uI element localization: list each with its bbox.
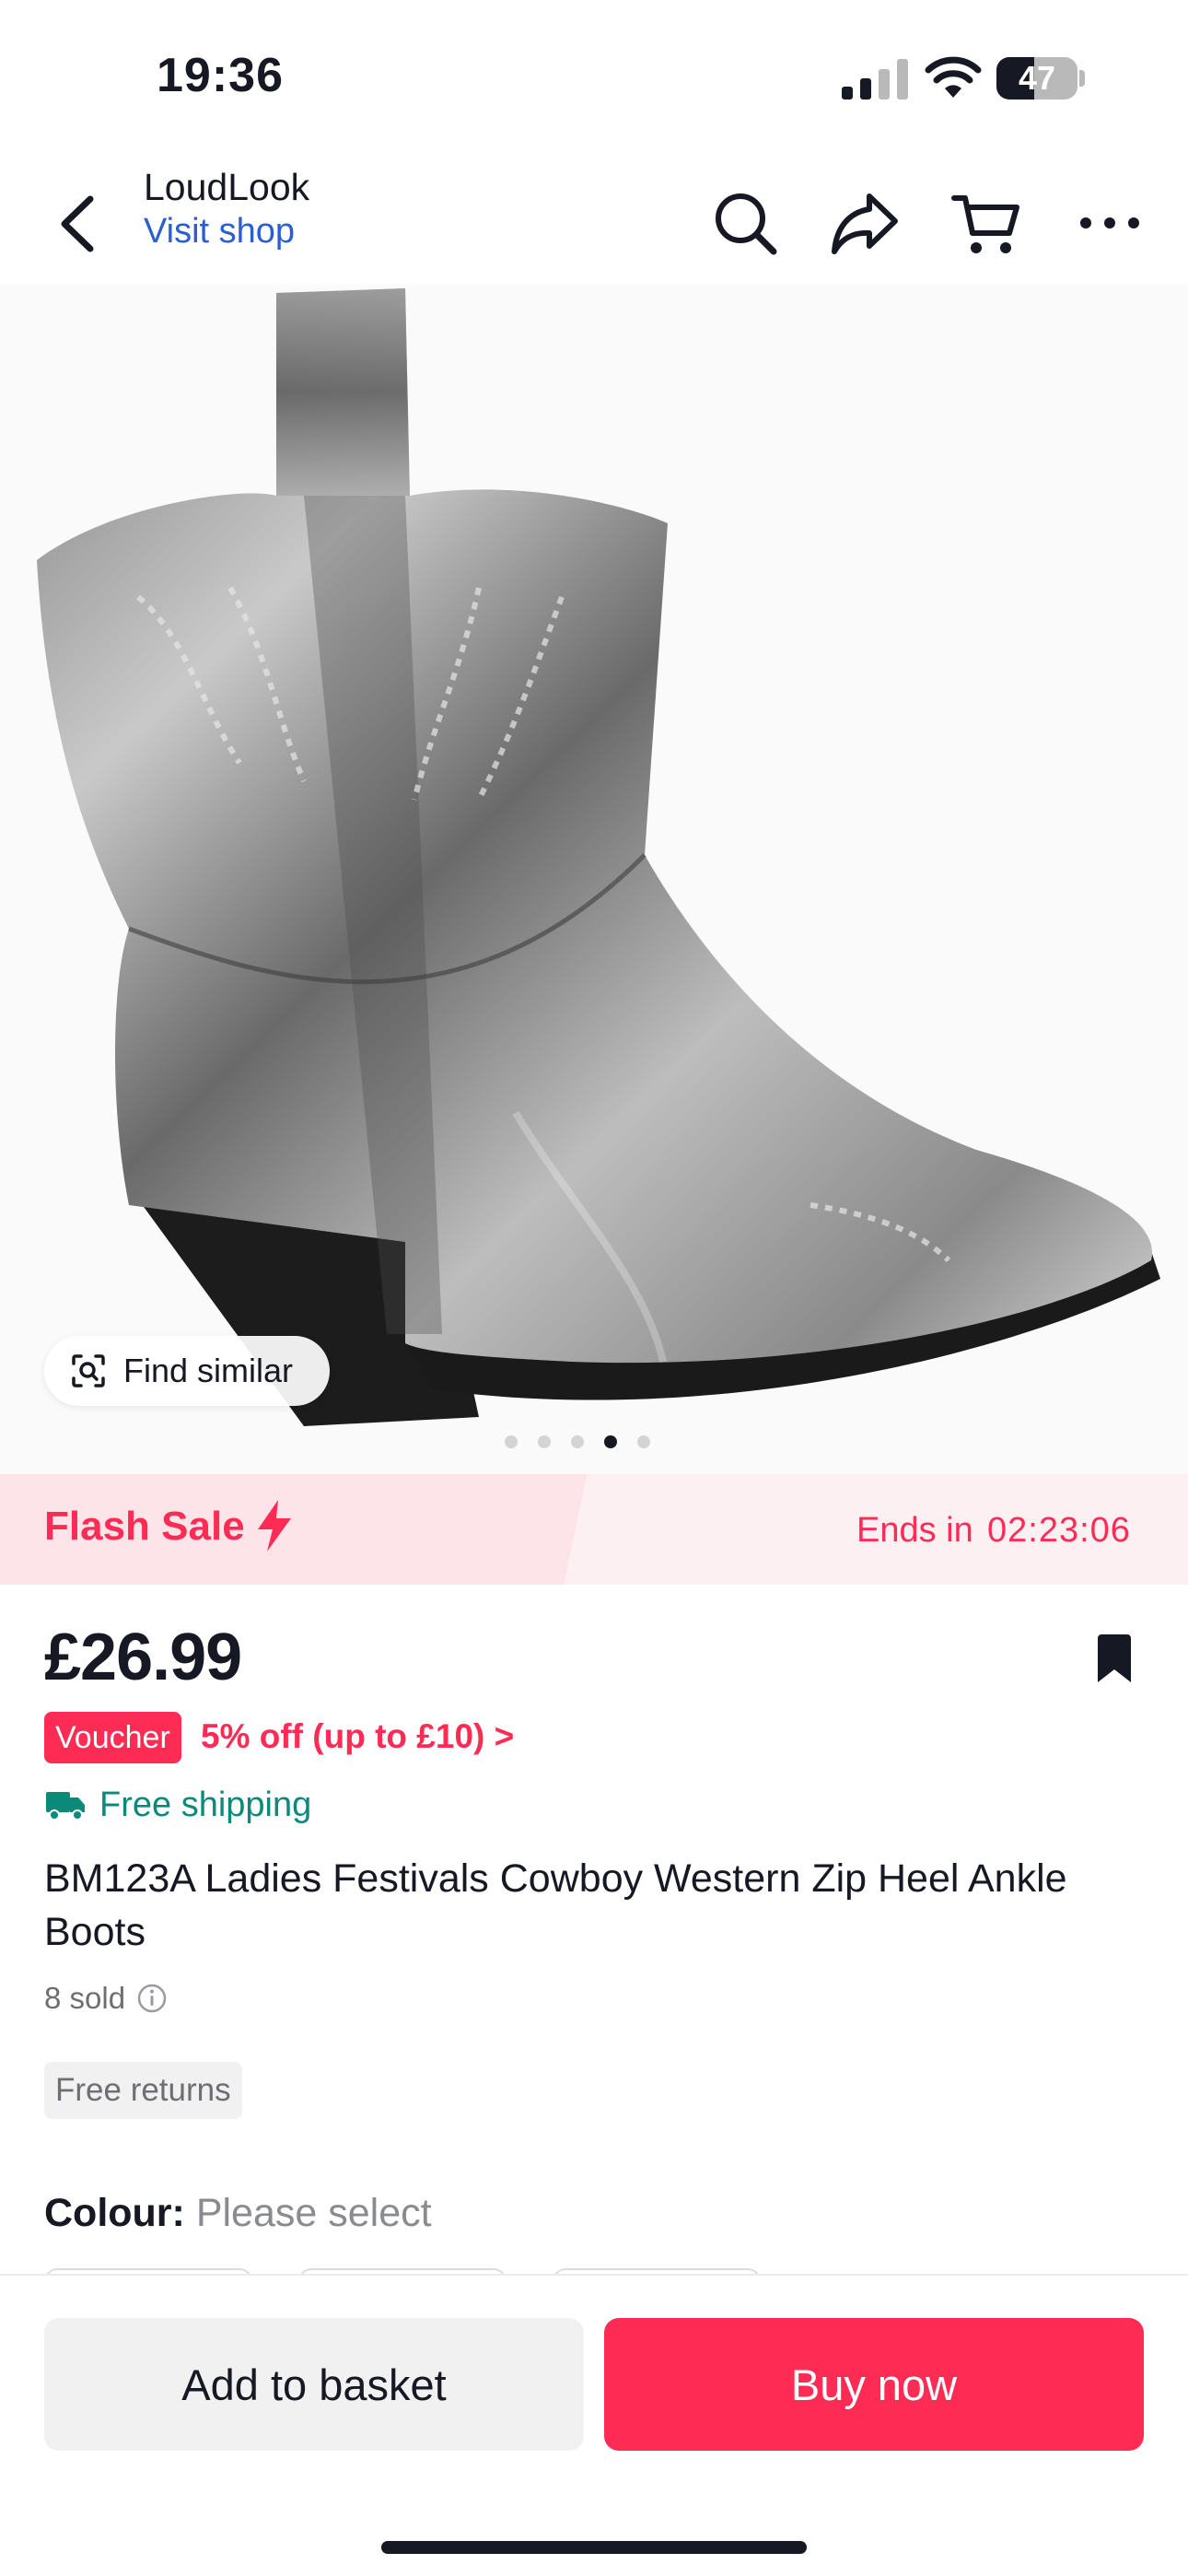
- scan-icon: [72, 1354, 105, 1388]
- gallery-dot[interactable]: [637, 1435, 650, 1448]
- free-shipping-row: Free shipping: [44, 1786, 311, 1825]
- voucher-badge[interactable]: Voucher: [44, 1712, 181, 1763]
- find-similar-button[interactable]: Find similar: [44, 1336, 331, 1406]
- sold-count: 8 sold: [44, 1981, 126, 2015]
- bookmark-icon[interactable]: [1096, 1634, 1133, 1684]
- add-to-basket-button[interactable]: Add to basket: [44, 2318, 584, 2451]
- product-image[interactable]: [0, 284, 1188, 1474]
- shop-name[interactable]: LoudLook: [144, 166, 309, 209]
- colour-label: Colour:: [44, 2191, 185, 2235]
- free-shipping-label: Free shipping: [99, 1786, 312, 1824]
- gallery-pagination[interactable]: [505, 1435, 650, 1448]
- share-icon[interactable]: [829, 187, 901, 259]
- flash-sale-ends-label: Ends in: [856, 1511, 973, 1550]
- gallery-dot[interactable]: [604, 1435, 617, 1448]
- free-returns-tag: Free returns: [44, 2062, 242, 2119]
- status-time: 19:36: [157, 49, 284, 102]
- flash-sale-title: Flash Sale: [44, 1504, 245, 1549]
- voucher-offer-link[interactable]: 5% off (up to £10) >: [201, 1717, 514, 1756]
- gallery-dot[interactable]: [538, 1435, 551, 1448]
- info-icon[interactable]: [136, 1983, 168, 2014]
- flash-sale-countdown: 02:23:06: [987, 1511, 1131, 1550]
- search-icon[interactable]: [709, 187, 781, 259]
- more-icon[interactable]: [1074, 187, 1146, 259]
- buy-now-button[interactable]: Buy now: [604, 2318, 1144, 2451]
- colour-selector-label[interactable]: Colour: Please select: [44, 2191, 432, 2236]
- find-similar-label: Find similar: [123, 1352, 294, 1389]
- battery-icon: 47: [996, 57, 1085, 100]
- sold-count-row: 8 sold: [44, 1981, 168, 2016]
- colour-value: Please select: [195, 2191, 432, 2235]
- cellular-signal-icon: [842, 59, 908, 100]
- gallery-dot[interactable]: [505, 1435, 518, 1448]
- wifi-icon: [925, 56, 982, 98]
- battery-level: 47: [1018, 59, 1056, 97]
- visit-shop-link[interactable]: Visit shop: [144, 212, 295, 252]
- home-indicator[interactable]: [381, 2541, 807, 2554]
- back-icon[interactable]: [53, 193, 103, 254]
- cart-icon[interactable]: [950, 187, 1022, 259]
- truck-icon: [46, 1791, 85, 1821]
- product-price: £26.99: [44, 1621, 242, 1694]
- gallery-dot[interactable]: [571, 1435, 584, 1448]
- lightning-icon: [258, 1500, 291, 1551]
- product-title: BM123A Ladies Festivals Cowboy Western Z…: [44, 1856, 1067, 1954]
